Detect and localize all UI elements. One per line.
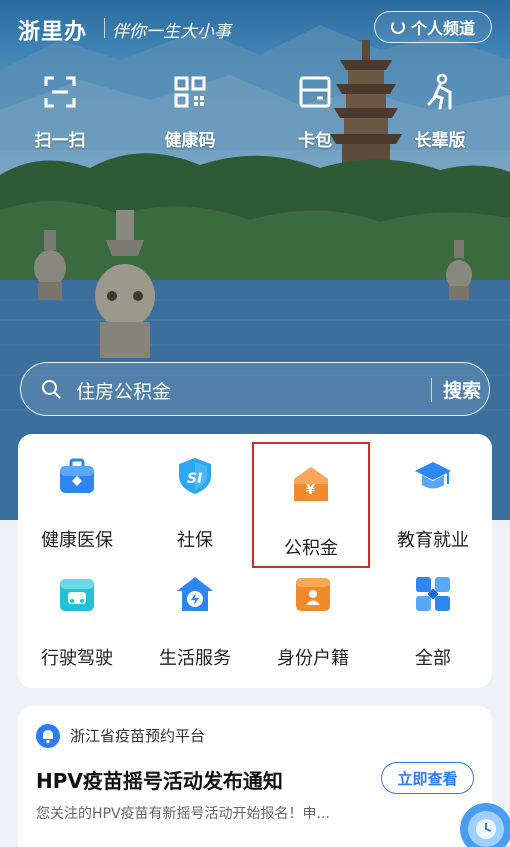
service-label: 社保 (177, 530, 213, 551)
service-social-security[interactable]: SI 社保 (136, 434, 254, 552)
search-icon (42, 380, 61, 399)
services-grid: 健康医保 SI 社保 ¥ 公积金 教育就业 行驶驾驶 生活服务 身份户籍 全部 (18, 434, 492, 688)
svg-text:¥: ¥ (306, 483, 315, 498)
house-lightning-icon (177, 577, 213, 611)
vaccine-notice-card[interactable]: 浙江省疫苗预约平台 HPV疫苗摇号活动发布通知 您关注的HPV疫苗有新摇号活动开… (18, 706, 492, 847)
personal-channel-label: 个人频道 (410, 19, 475, 38)
quick-action-label: 健康码 (164, 131, 216, 151)
service-label: 生活服务 (159, 648, 231, 669)
search-divider (431, 378, 432, 402)
service-health-insurance[interactable]: 健康医保 (18, 434, 136, 552)
service-label: 身份户籍 (277, 648, 349, 669)
scan-icon (44, 76, 76, 108)
service-label: 健康医保 (41, 530, 113, 551)
brand-divider (104, 18, 105, 38)
housing-fund-icon: ¥ (294, 467, 328, 501)
brand-logo: 浙里办 (18, 20, 88, 45)
refresh-icon (390, 20, 405, 34)
service-label: 全部 (415, 648, 451, 669)
svg-text:SI: SI (187, 471, 202, 487)
view-now-button[interactable]: 立即查看 (381, 762, 474, 794)
medical-kit-icon (60, 458, 94, 493)
quick-action-health-code[interactable]: 健康码 (135, 72, 245, 151)
notice-description: 您关注的HPV疫苗有新摇号活动开始报名！申... (36, 806, 330, 822)
social-security-shield-icon: SI (179, 458, 211, 494)
personal-channel-button[interactable]: 个人频道 (374, 11, 492, 43)
notice-title: HPV疫苗摇号活动发布通知 (36, 769, 283, 793)
quick-action-label: 卡包 (298, 131, 332, 151)
quick-actions: 扫一扫 健康码 卡包 长辈版 (0, 72, 510, 162)
quick-action-label: 扫一扫 (34, 131, 86, 151)
brand-slogan: 伴你一生大小事 (112, 22, 231, 42)
service-education-employment[interactable]: 教育就业 (374, 434, 492, 552)
quick-action-elder-mode[interactable]: 长辈版 (385, 72, 495, 151)
quick-action-label: 长辈版 (414, 131, 466, 151)
quick-action-card-wallet[interactable]: 卡包 (260, 72, 370, 151)
card-wallet-icon (299, 76, 331, 108)
floating-assistant-icon[interactable] (452, 795, 510, 847)
service-label: 教育就业 (397, 530, 469, 551)
service-identity-household[interactable]: 身份户籍 (254, 552, 372, 670)
elder-mode-icon (427, 73, 452, 110)
service-driving[interactable]: 行驶驾驶 (18, 552, 136, 670)
notice-source: 浙江省疫苗预约平台 (70, 727, 206, 745)
bell-icon (36, 724, 60, 748)
graduation-cap-icon (415, 462, 451, 489)
car-card-icon (60, 579, 94, 611)
id-card-icon (296, 578, 330, 611)
search-input[interactable]: 住房公积金 (76, 377, 171, 404)
search-button[interactable]: 搜索 (443, 376, 481, 403)
service-label: 行驶驾驶 (41, 648, 113, 669)
service-all[interactable]: 全部 (374, 552, 492, 670)
qrcode-icon (174, 76, 206, 108)
service-housing-fund[interactable]: ¥ 公积金 (252, 442, 370, 568)
search-bar[interactable]: 住房公积金 搜索 (20, 362, 490, 416)
grid-all-icon (416, 577, 450, 611)
quick-action-scan[interactable]: 扫一扫 (5, 72, 115, 151)
service-life-services[interactable]: 生活服务 (136, 552, 254, 670)
